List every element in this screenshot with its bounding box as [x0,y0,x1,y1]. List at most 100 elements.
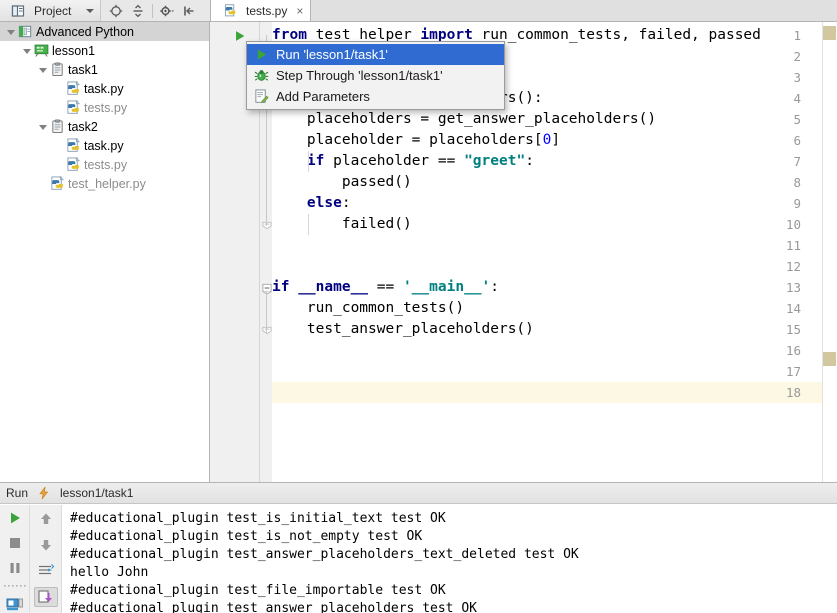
line-number: 9 [793,196,801,211]
expand-toggle-icon[interactable] [4,25,17,39]
editor-marker-gutter[interactable] [822,22,837,482]
code-line-9[interactable]: else: [272,193,822,214]
tree-item-task-py[interactable]: task.py [0,79,209,98]
console-line: #educational_plugin test_is_not_empty te… [70,529,423,544]
tab-tests-py[interactable]: tests.py × [210,0,312,21]
tree-item-label: task2 [68,119,98,134]
arrow-up-icon[interactable] [34,509,58,529]
tree-item-label: tests.py [84,157,128,172]
module-icon [17,24,33,40]
tree-item-task2[interactable]: task2 [0,117,209,136]
code-line-7[interactable]: if placeholder == "greet": [272,151,822,172]
tree-item-task-py[interactable]: task.py [0,136,209,155]
project-tree-panel[interactable]: Advanced Python lesson1 task1 task.py tests.… [0,22,210,482]
project-dropdown-button[interactable]: Project [0,0,102,21]
tree-item-label: task1 [68,62,98,77]
line-number: 2 [793,49,801,64]
run-icon [253,47,269,63]
marker-stripe[interactable] [823,352,836,366]
task-icon [49,119,65,135]
console-line: #educational_plugin test_answer_placehol… [70,601,477,613]
pause-button[interactable] [3,558,27,577]
code-line-16[interactable] [272,340,822,361]
code-line-14[interactable]: run_common_tests() [272,298,822,319]
hide-panel-icon[interactable] [178,0,200,21]
menu-item-run--lesson1-task1-[interactable]: Run 'lesson1/task1' [247,44,504,65]
line-number: 8 [793,175,801,190]
code-line-18[interactable] [272,382,822,403]
close-icon[interactable]: × [296,5,303,17]
code-token: placeholder = placeholders[ [272,132,543,148]
menu-item-label: Add Parameters [276,89,370,104]
menu-item-label: Run 'lesson1/task1' [276,47,388,62]
expand-toggle-icon[interactable] [36,63,49,77]
python-file-icon [219,0,241,21]
rerun-button[interactable] [3,509,27,528]
expand-toggle-icon[interactable] [20,44,33,58]
line-number: 14 [785,301,801,316]
settings-gear-icon[interactable] [156,0,178,21]
soft-wrap-icon[interactable] [34,561,58,581]
add-parameters-icon [253,89,269,105]
code-line-15[interactable]: test_answer_placeholders() [272,319,822,340]
project-panel-icon [7,0,29,21]
line-number: 15 [785,322,801,337]
fold-collapse-icon[interactable] [262,277,272,298]
scroll-to-end-icon[interactable] [33,587,58,607]
code-line-12[interactable] [272,256,822,277]
run-panel-body: #educational_plugin test_is_initial_text… [0,505,837,613]
line-number: 18 [785,385,801,400]
fold-end-icon[interactable] [262,319,272,340]
code-token: '__main__' [402,279,491,295]
tree-item-label: Advanced Python [36,24,134,39]
run-configuration-name: lesson1/task1 [60,486,134,500]
code-line-8[interactable]: passed() [272,172,822,193]
indent-guide [308,214,309,235]
code-line-6[interactable]: placeholder = placeholders[0] [272,130,822,151]
collapse-all-icon[interactable] [127,0,149,21]
line-number: 5 [793,112,801,127]
python-icon [65,138,81,154]
tree-item-task1[interactable]: task1 [0,60,209,79]
code-token: run_common_tests, failed, passed [481,27,761,43]
lesson-icon [33,43,49,59]
stop-button[interactable] [3,534,27,553]
tree-item-test-helper-py[interactable]: test_helper.py [0,174,209,193]
code-token: __name__ [298,279,369,295]
run-left-toolbar [0,505,30,613]
chevron-down-icon [86,8,95,13]
line-number: 6 [793,133,801,148]
arrow-down-icon[interactable] [34,535,58,555]
fold-end-icon[interactable] [262,214,272,235]
menu-item-add-parameters[interactable]: Add Parameters [247,86,504,107]
code-line-13[interactable]: if __name__ == '__main__': [272,277,822,298]
code-line-17[interactable] [272,361,822,382]
code-line-5[interactable]: placeholders = get_answer_placeholders() [272,109,822,130]
tree-item-tests-py[interactable]: tests.py [0,155,209,174]
python-icon [65,157,81,173]
console-output[interactable]: #educational_plugin test_is_initial_text… [62,505,837,613]
line-number: 1 [793,28,801,43]
locate-icon[interactable] [105,0,127,21]
tree-item-label: task.py [84,81,124,96]
tree-item-tests-py[interactable]: tests.py [0,98,209,117]
editor-tab-strip: tests.py × [210,0,837,22]
run-configuration-icon [33,483,55,504]
debug-bug-icon [253,68,269,84]
console-view-button[interactable] [3,594,27,613]
tree-item-lesson1[interactable]: lesson1 [0,41,209,60]
tree-item-advanced-python[interactable]: Advanced Python [0,22,209,41]
code-token: : [341,195,351,211]
console-line: hello John [70,565,149,580]
run-tool-window: Run lesson1/task1 #educational_plugin te… [0,482,837,613]
code-line-10[interactable]: failed() [272,214,822,235]
menu-item-step-through--lesson1-task1-[interactable]: Step Through 'lesson1/task1' [247,65,504,86]
code-token: test_answer_placeholders() [272,321,534,337]
expand-toggle-icon[interactable] [36,120,49,134]
console-line: #educational_plugin test_is_initial_text… [70,511,446,526]
run-context-menu[interactable]: Run 'lesson1/task1' Step Through 'lesson1… [246,41,505,110]
marker-stripe[interactable] [823,26,836,40]
code-line-11[interactable] [272,235,822,256]
run-panel-header: Run lesson1/task1 [0,483,837,504]
